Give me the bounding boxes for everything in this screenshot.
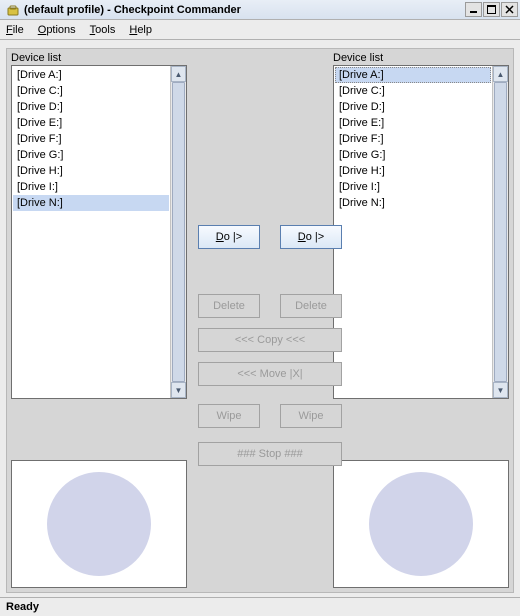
list-item[interactable]: [Drive N:] xyxy=(335,195,491,211)
delete-right-button[interactable]: Delete xyxy=(280,294,342,318)
window-title: (default profile) - Checkpoint Commander xyxy=(24,4,464,16)
list-item[interactable]: [Drive H:] xyxy=(335,163,491,179)
list-item[interactable]: [Drive I:] xyxy=(13,179,169,195)
menu-file[interactable]: File xyxy=(6,24,24,36)
left-device-list[interactable]: [Drive A:][Drive C:][Drive D:][Drive E:]… xyxy=(11,65,187,399)
list-item[interactable]: [Drive C:] xyxy=(13,83,169,99)
scroll-down-icon[interactable]: ▼ xyxy=(493,382,508,398)
maximize-button[interactable] xyxy=(483,2,500,17)
pie-placeholder-icon xyxy=(47,472,151,576)
scroll-up-icon[interactable]: ▲ xyxy=(171,66,186,82)
list-item[interactable]: [Drive D:] xyxy=(13,99,169,115)
scroll-thumb[interactable] xyxy=(172,82,185,382)
menu-options[interactable]: Options xyxy=(38,24,76,36)
list-item[interactable]: [Drive A:] xyxy=(335,67,491,83)
left-panel-label: Device list xyxy=(11,52,187,64)
menu-bar: File Options Tools Help xyxy=(0,20,520,40)
wipe-left-button[interactable]: Wipe xyxy=(198,404,260,428)
list-item[interactable]: [Drive C:] xyxy=(335,83,491,99)
left-panel: Device list [Drive A:][Drive C:][Drive D… xyxy=(11,52,187,399)
copy-button[interactable]: <<< Copy <<< xyxy=(198,328,342,352)
title-bar: (default profile) - Checkpoint Commander xyxy=(0,0,520,20)
right-panel: Device list [Drive A:][Drive C:][Drive D… xyxy=(333,52,509,399)
scroll-down-icon[interactable]: ▼ xyxy=(171,382,186,398)
app-icon xyxy=(6,3,20,17)
right-device-list[interactable]: [Drive A:][Drive C:][Drive D:][Drive E:]… xyxy=(333,65,509,399)
minimize-button[interactable] xyxy=(465,2,482,17)
list-item[interactable]: [Drive G:] xyxy=(335,147,491,163)
pie-placeholder-icon xyxy=(369,472,473,576)
status-bar: Ready xyxy=(0,597,520,616)
left-pie-chart xyxy=(11,460,187,588)
scroll-up-icon[interactable]: ▲ xyxy=(493,66,508,82)
list-item[interactable]: [Drive E:] xyxy=(13,115,169,131)
list-item[interactable]: [Drive G:] xyxy=(13,147,169,163)
move-button[interactable]: <<< Move |X| xyxy=(198,362,342,386)
list-item[interactable]: [Drive A:] xyxy=(13,67,169,83)
wipe-right-button[interactable]: Wipe xyxy=(280,404,342,428)
list-item[interactable]: [Drive F:] xyxy=(335,131,491,147)
close-button[interactable] xyxy=(501,2,518,17)
right-scrollbar[interactable]: ▲ ▼ xyxy=(492,66,508,398)
list-item[interactable]: [Drive E:] xyxy=(335,115,491,131)
list-item[interactable]: [Drive D:] xyxy=(335,99,491,115)
left-scrollbar[interactable]: ▲ ▼ xyxy=(170,66,186,398)
status-text: Ready xyxy=(6,601,39,613)
list-item[interactable]: [Drive H:] xyxy=(13,163,169,179)
menu-help[interactable]: Help xyxy=(129,24,152,36)
inner-frame: Device list [Drive A:][Drive C:][Drive D… xyxy=(6,48,514,593)
do-left-button[interactable]: Do |> xyxy=(198,225,260,249)
do-right-button[interactable]: Do |> xyxy=(280,225,342,249)
delete-left-button[interactable]: Delete xyxy=(198,294,260,318)
list-item[interactable]: [Drive I:] xyxy=(335,179,491,195)
list-item[interactable]: [Drive N:] xyxy=(13,195,169,211)
list-item[interactable]: [Drive F:] xyxy=(13,131,169,147)
right-pie-chart xyxy=(333,460,509,588)
right-panel-label: Device list xyxy=(333,52,509,64)
content-area: Device list [Drive A:][Drive C:][Drive D… xyxy=(0,40,520,597)
scroll-thumb[interactable] xyxy=(494,82,507,382)
stop-button[interactable]: ### Stop ### xyxy=(198,442,342,466)
menu-tools[interactable]: Tools xyxy=(90,24,116,36)
